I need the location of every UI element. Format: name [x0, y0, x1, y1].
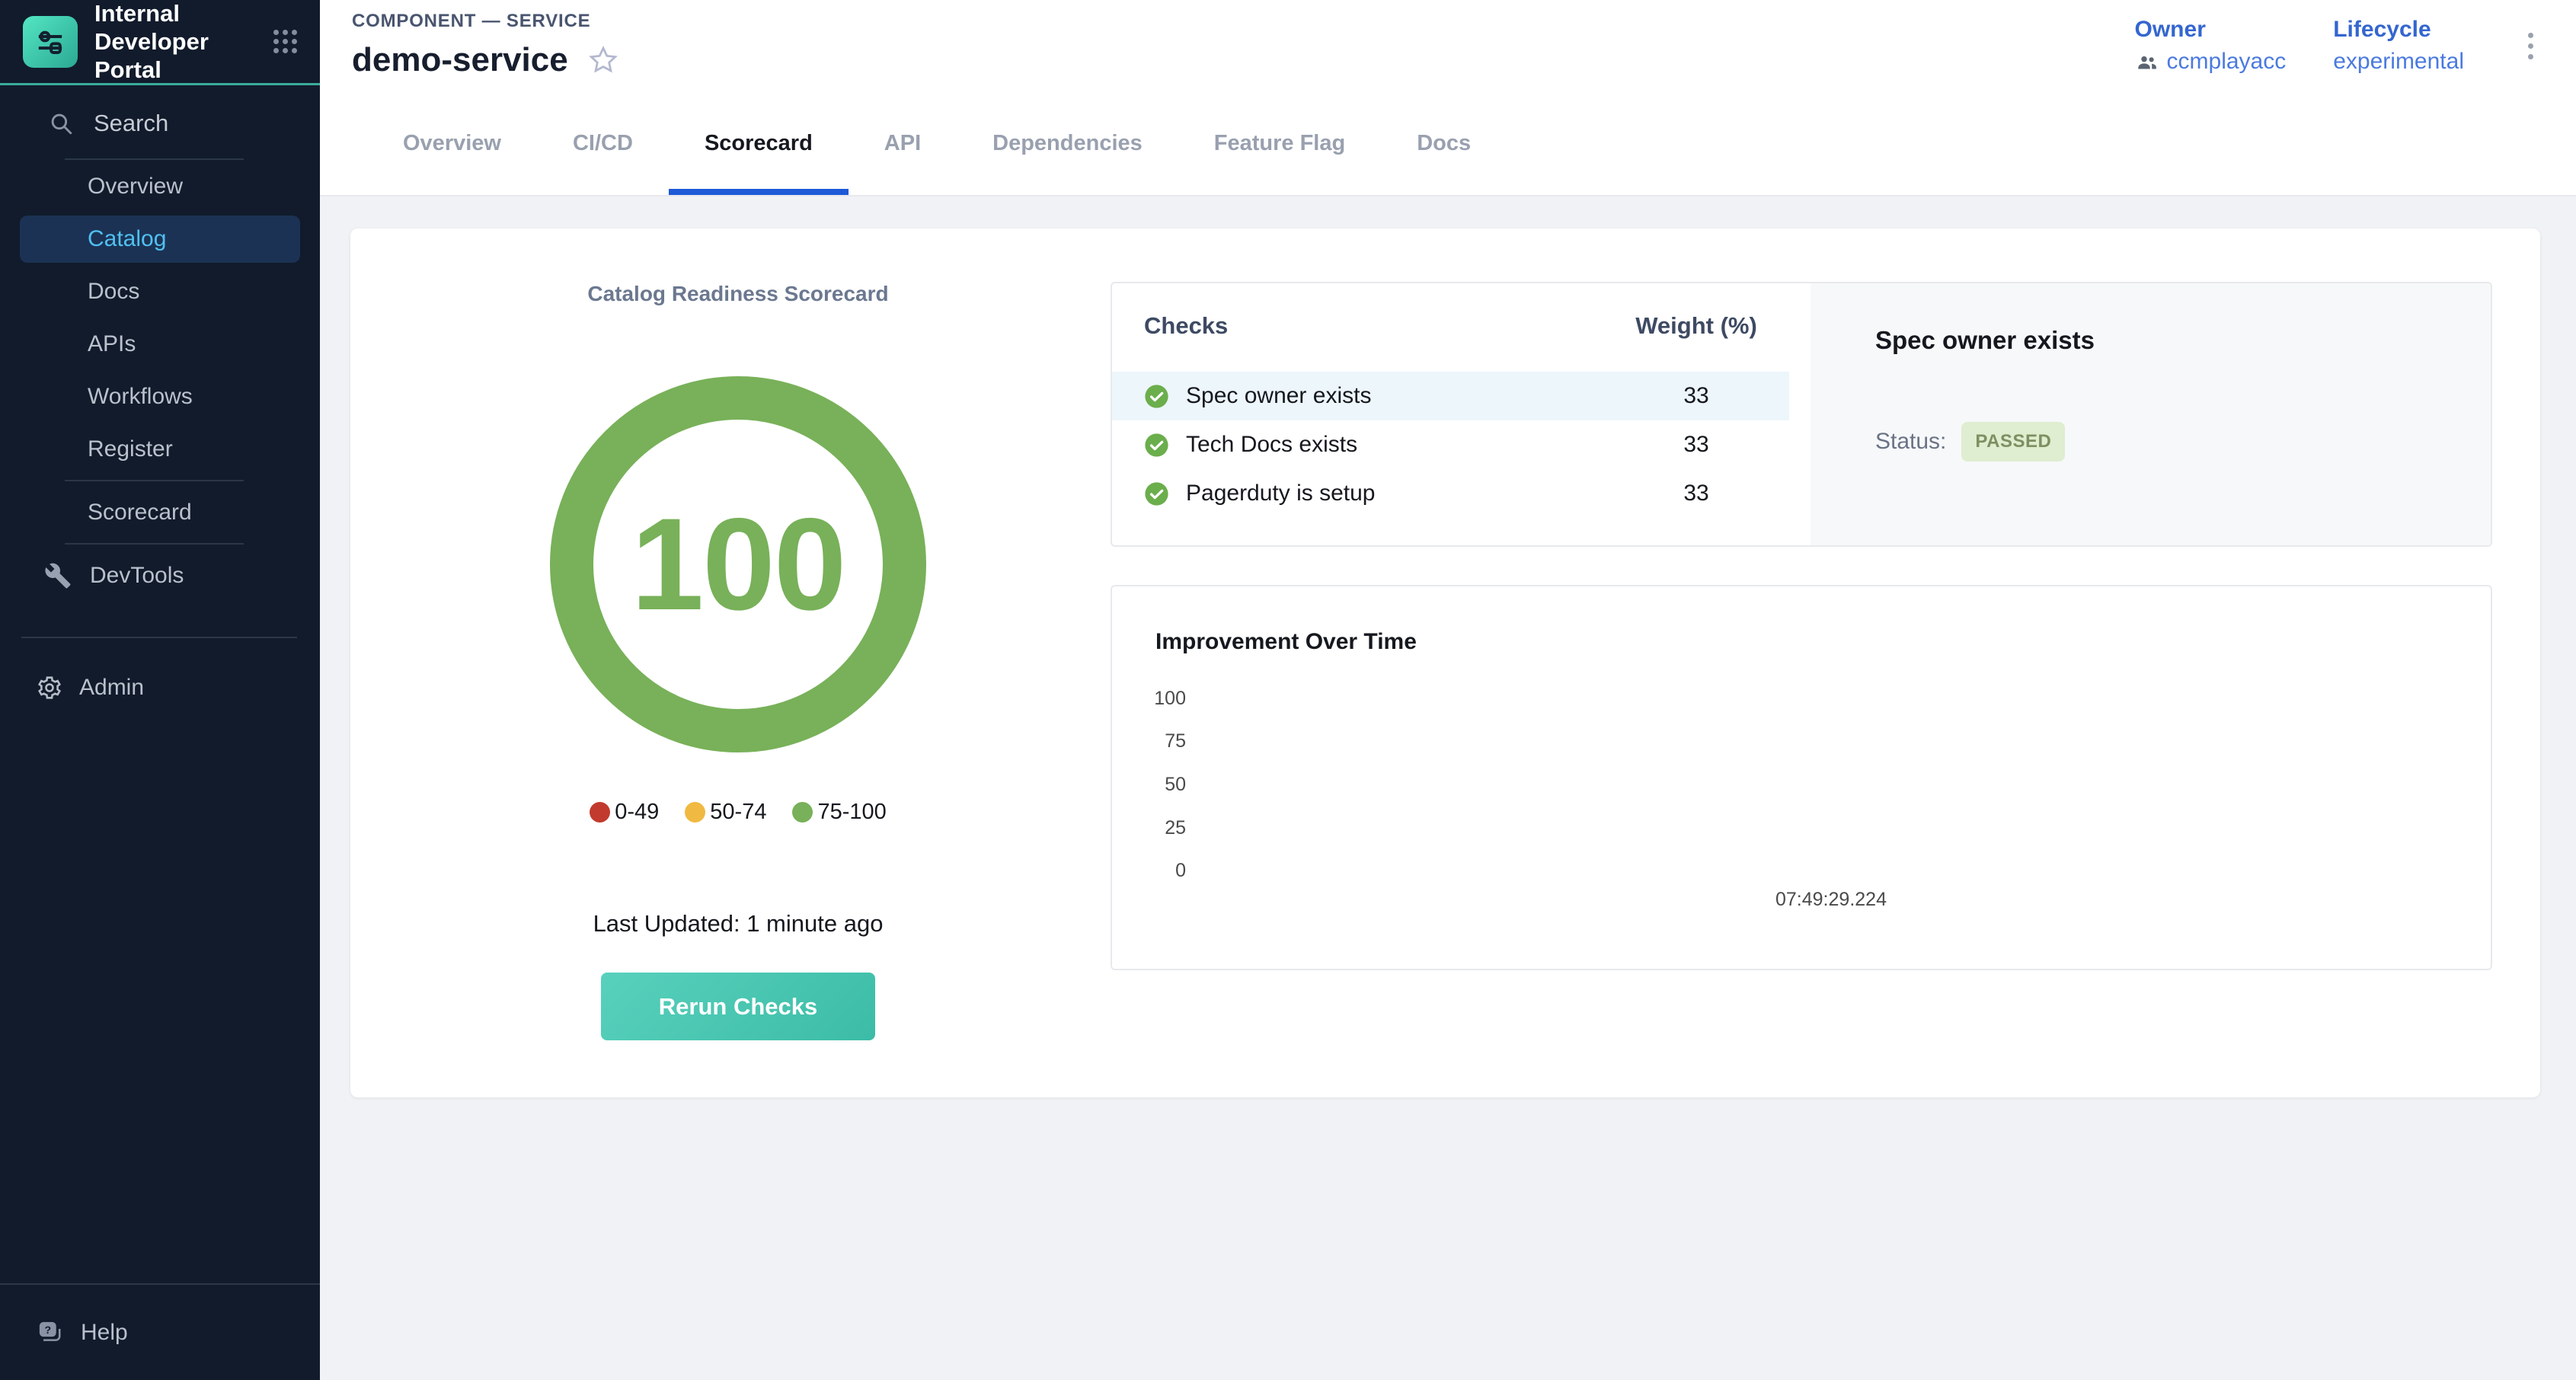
owner-value-link[interactable]: ccmplayacc [2167, 49, 2287, 75]
sidebar-header: Internal Developer Portal [0, 0, 320, 85]
sidebar-bottom: ? Help [0, 1283, 320, 1380]
tab-overview[interactable]: Overview [367, 91, 537, 195]
divider [21, 637, 297, 638]
sidebar-item-scorecard[interactable]: Scorecard [0, 486, 320, 538]
lifecycle-value: experimental [2333, 49, 2464, 75]
status-label: Status: [1875, 429, 1946, 455]
table-row[interactable]: Spec owner exists 33 [1112, 372, 1789, 420]
legend-item: 50-74 [685, 800, 766, 825]
sidebar-item-overview[interactable]: Overview [0, 160, 320, 212]
legend-dot-0 [590, 802, 610, 823]
y-axis-tick: 100 [1112, 687, 1186, 710]
sidebar-item-docs[interactable]: Docs [0, 265, 320, 318]
sidebar-item-workflows[interactable]: Workflows [0, 370, 320, 423]
apps-grid-icon[interactable] [273, 30, 297, 53]
last-updated-text: Last Updated: 1 minute ago [366, 910, 1111, 938]
sidebar-search[interactable]: Search [0, 102, 320, 145]
table-row[interactable]: Tech Docs exists 33 [1112, 420, 1789, 469]
x-axis-tick: 07:49:29.224 [1755, 889, 1907, 911]
check-passed-icon [1144, 433, 1169, 458]
owner-label: Owner [2135, 17, 2287, 43]
score-value: 100 [631, 489, 845, 640]
wrench-icon [44, 562, 72, 589]
y-axis-tick: 0 [1112, 859, 1186, 882]
brand-title: Internal Developer Portal [94, 0, 254, 84]
main-area: COMPONENT — SERVICE demo-service Owner [320, 0, 2576, 1380]
checks-table-header: Checks Weight (%) [1112, 311, 1811, 341]
lifecycle-label: Lifecycle [2333, 17, 2464, 43]
checks-panel: Checks Weight (%) Spec owner exists 33 [1111, 282, 2492, 547]
sidebar-item-admin[interactable]: Admin [0, 661, 320, 714]
y-axis-tick: 50 [1112, 773, 1186, 796]
entity-header: COMPONENT — SERVICE demo-service Owner [320, 0, 2576, 91]
help-chat-icon: ? [37, 1319, 64, 1346]
more-options-kebab-icon[interactable] [2520, 25, 2541, 67]
tab-dependencies[interactable]: Dependencies [957, 91, 1178, 195]
divider [65, 480, 244, 481]
tab-cicd[interactable]: CI/CD [537, 91, 669, 195]
sidebar-item-apis[interactable]: APIs [0, 318, 320, 370]
circuit-logo-icon [34, 26, 67, 58]
sidebar-nav: Overview Catalog Docs APIs Workflows Reg… [0, 160, 320, 475]
tab-docs[interactable]: Docs [1381, 91, 1507, 195]
search-icon [48, 110, 74, 136]
gauge-section: Catalog Readiness Scorecard 100 0-49 50-… [350, 228, 1111, 1097]
sidebar-item-register[interactable]: Register [0, 423, 320, 475]
scorecard-content: Catalog Readiness Scorecard 100 0-49 50-… [320, 196, 2576, 1380]
search-label: Search [94, 110, 168, 137]
y-axis-tick: 25 [1112, 816, 1186, 839]
chart-title: Improvement Over Time [1112, 586, 2491, 655]
check-passed-icon [1144, 384, 1169, 409]
page-title: demo-service [352, 41, 568, 79]
check-passed-icon [1144, 481, 1169, 506]
score-legend: 0-49 50-74 75-100 [366, 800, 1111, 825]
status-badge: PASSED [1961, 422, 2065, 462]
legend-item: 75-100 [792, 800, 886, 825]
rerun-checks-button[interactable]: Rerun Checks [601, 973, 875, 1040]
tab-api[interactable]: API [849, 91, 957, 195]
score-gauge: 100 [550, 376, 926, 752]
breadcrumb: COMPONENT — SERVICE [352, 11, 620, 32]
group-icon [2135, 50, 2159, 74]
portal-logo [23, 16, 78, 68]
improvement-chart: Improvement Over Time 100 75 50 25 0 07:… [1111, 585, 2492, 970]
divider [65, 543, 244, 545]
sidebar-item-help[interactable]: ? Help [0, 1285, 320, 1380]
table-row[interactable]: Pagerduty is setup 33 [1112, 469, 1789, 518]
sidebar-item-devtools[interactable]: DevTools [0, 549, 320, 602]
scorecard-title: Catalog Readiness Scorecard [366, 282, 1111, 306]
app-window: Internal Developer Portal Search Overvie… [0, 0, 2576, 1380]
tab-feature-flag[interactable]: Feature Flag [1178, 91, 1381, 195]
entity-header-meta: Owner ccmplayacc [2135, 0, 2541, 91]
sidebar: Internal Developer Portal Search Overvie… [0, 0, 320, 1380]
favorite-star-icon[interactable] [586, 43, 620, 77]
entity-tabs: Overview CI/CD Scorecard API Dependencie… [320, 91, 2576, 196]
sidebar-item-catalog[interactable]: Catalog [20, 216, 300, 263]
legend-dot-2 [792, 802, 813, 823]
check-detail-title: Spec owner exists [1875, 326, 2445, 355]
gear-icon [37, 675, 62, 701]
svg-text:?: ? [44, 1324, 51, 1336]
check-detail-panel: Spec owner exists Status: PASSED [1811, 283, 2491, 545]
owner-block: Owner ccmplayacc [2135, 17, 2287, 75]
legend-item: 0-49 [590, 800, 659, 825]
tab-scorecard[interactable]: Scorecard [669, 91, 849, 195]
checks-table: Checks Weight (%) Spec owner exists 33 [1112, 283, 1811, 545]
y-axis-tick: 75 [1112, 730, 1186, 752]
checks-section: Checks Weight (%) Spec owner exists 33 [1111, 228, 2540, 1097]
lifecycle-block: Lifecycle experimental [2333, 17, 2464, 75]
scorecard-card: Catalog Readiness Scorecard 100 0-49 50-… [350, 228, 2540, 1097]
entity-header-left: COMPONENT — SERVICE demo-service [352, 11, 620, 91]
legend-dot-1 [685, 802, 705, 823]
